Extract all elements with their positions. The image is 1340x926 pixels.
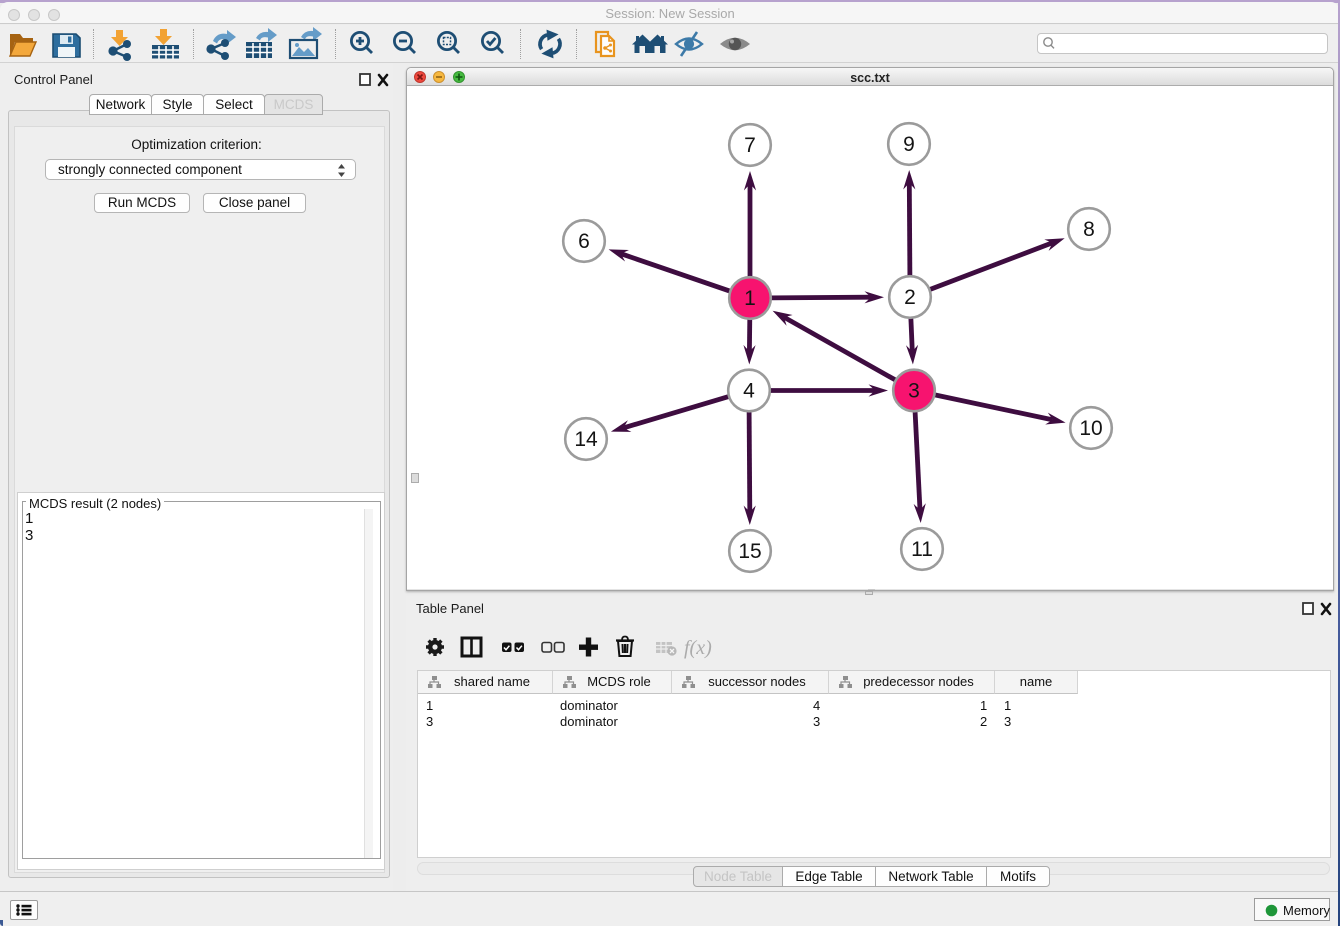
svg-text:8: 8 [1083, 218, 1095, 241]
svg-text:6: 6 [578, 230, 590, 253]
svg-text:3: 3 [908, 380, 920, 403]
svg-text:7: 7 [744, 134, 756, 157]
svg-text:14: 14 [574, 428, 598, 451]
svg-text:2: 2 [904, 286, 916, 309]
svg-text:1: 1 [744, 287, 756, 310]
svg-text:9: 9 [903, 133, 915, 156]
svg-text:4: 4 [743, 380, 755, 403]
svg-text:15: 15 [738, 540, 761, 563]
svg-text:f(x): f(x) [684, 637, 712, 659]
svg-text:10: 10 [1079, 417, 1102, 440]
svg-text:11: 11 [911, 538, 933, 561]
